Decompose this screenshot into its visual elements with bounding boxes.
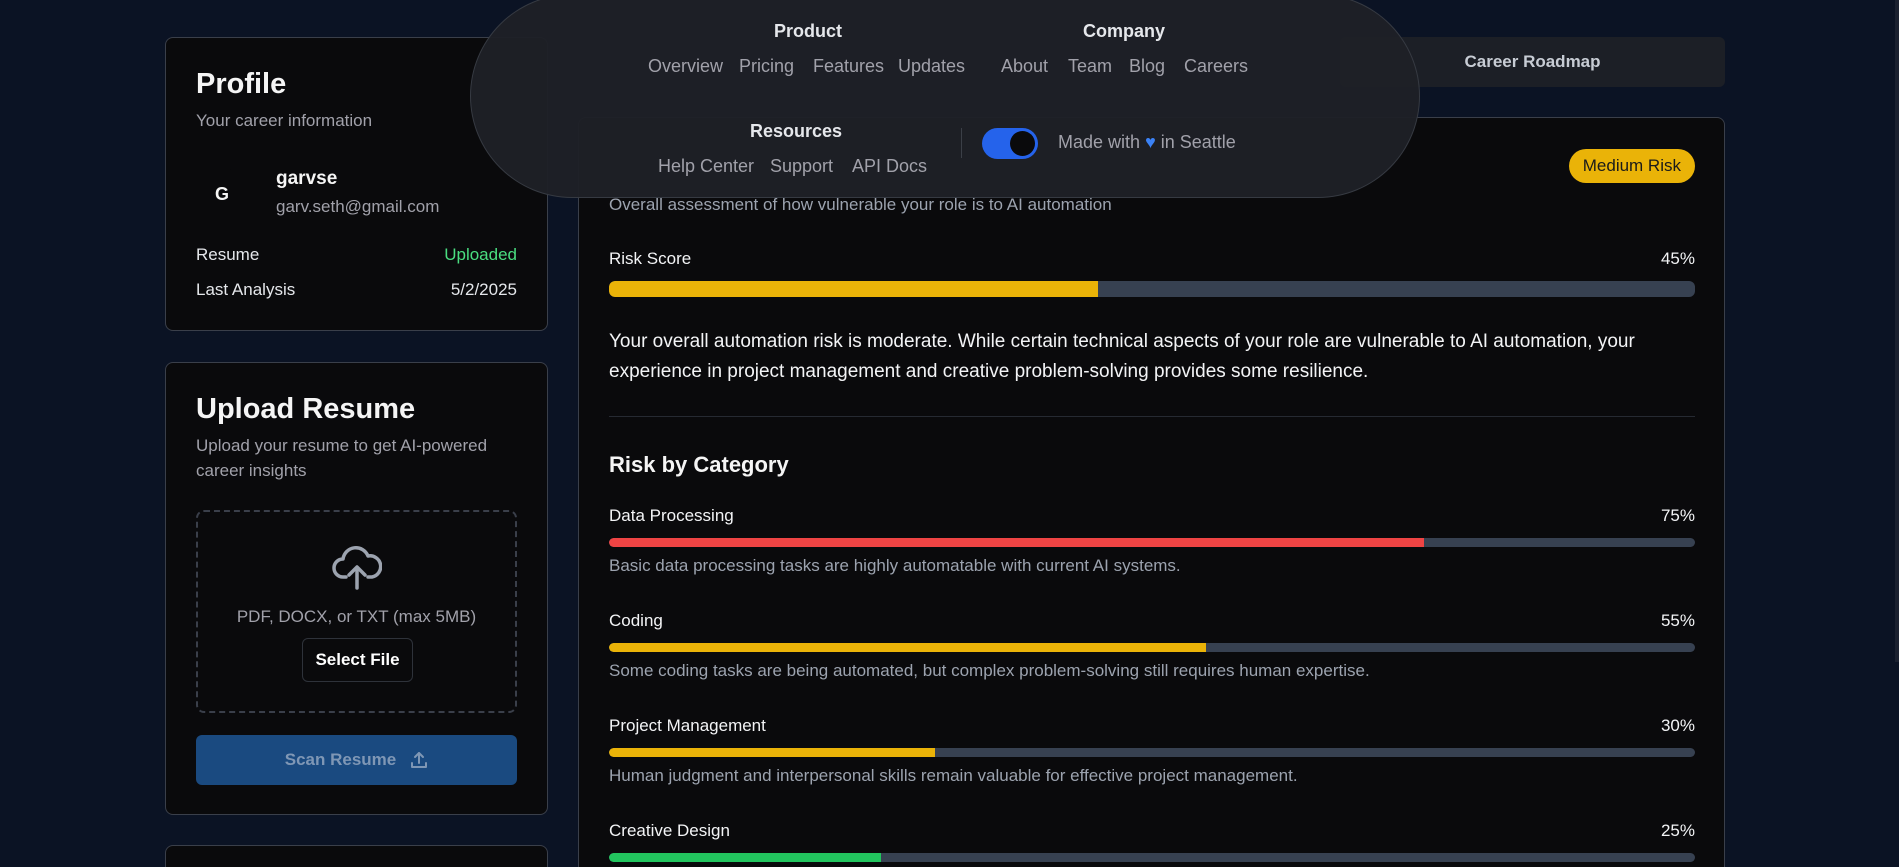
nav-link-pricing[interactable]: Pricing: [739, 56, 794, 77]
nav-link-api-docs[interactable]: API Docs: [852, 156, 927, 177]
category-bar-fill: [609, 538, 1424, 547]
nav-link-support[interactable]: Support: [770, 156, 833, 177]
upload-resume-card: Upload Resume Upload your resume to get …: [165, 362, 548, 815]
category-bar-fill: [609, 853, 881, 862]
toggle-knob: [1010, 131, 1035, 156]
profile-username: garvse: [276, 168, 338, 189]
category-bar: [609, 748, 1695, 757]
risk-assessment-description: Overall assessment of how vulnerable you…: [609, 195, 1112, 214]
resume-dropzone[interactable]: PDF, DOCX, or TXT (max 5MB) Select File: [196, 510, 517, 713]
nav-link-overview[interactable]: Overview: [648, 56, 723, 77]
category-name: Project Management: [609, 716, 766, 735]
nav-link-team[interactable]: Team: [1068, 56, 1112, 77]
category-bar: [609, 538, 1695, 547]
risk-assessment-card: Medium Risk Overall assessment of how vu…: [578, 117, 1725, 867]
made-with-suffix: in Seattle: [1160, 132, 1236, 152]
category-description: Human judgment and interpersonal skills …: [609, 766, 1298, 785]
upload-title: Upload Resume: [196, 393, 416, 425]
scan-resume-label: Scan Resume: [284, 750, 397, 769]
cloud-upload-icon: [332, 546, 382, 590]
category-description: Some coding tasks are being automated, b…: [609, 661, 1370, 680]
nav-link-updates[interactable]: Updates: [898, 56, 965, 77]
resume-row: Resume Uploaded: [196, 245, 517, 265]
category-description: Basic data processing tasks are highly a…: [609, 556, 1181, 575]
category-percent: 75%: [1660, 506, 1695, 525]
category-bar: [609, 643, 1695, 652]
category-percent: 30%: [1660, 716, 1695, 735]
risk-score-percent: 45%: [1660, 249, 1695, 268]
scan-resume-button[interactable]: Scan Resume: [196, 735, 517, 785]
heart-icon: ♥: [1145, 132, 1156, 152]
category-name: Creative Design: [609, 821, 730, 840]
sidebar-card-partial: [165, 845, 548, 867]
category-row: Coding 55%: [609, 611, 1695, 631]
category-bar: [609, 853, 1695, 862]
risk-by-category-title: Risk by Category: [609, 452, 789, 477]
nav-link-features[interactable]: Features: [813, 56, 884, 77]
category-bar-fill: [609, 643, 1207, 652]
nav-link-blog[interactable]: Blog: [1129, 56, 1165, 77]
category-row: Data Processing 75%: [609, 506, 1695, 526]
made-with-text: Made with ♥ in Seattle: [1058, 132, 1236, 153]
upload-subtitle: Upload your resume to get AI-powered car…: [196, 436, 488, 480]
category-percent: 55%: [1660, 611, 1695, 630]
accepted-formats: PDF, DOCX, or TXT (max 5MB): [236, 607, 477, 626]
profile-title: Profile: [196, 68, 287, 100]
nav-heading-product: Product: [774, 21, 843, 41]
nav-heading-company: Company: [1083, 21, 1166, 41]
avatar: G: [196, 168, 248, 220]
upload-icon: [411, 752, 428, 768]
theme-toggle[interactable]: [982, 128, 1038, 159]
profile-subtitle: Your career information: [196, 111, 373, 130]
last-analysis-date: 5/2/2025: [450, 280, 517, 299]
risk-summary: Your overall automation risk is moderate…: [609, 331, 1635, 382]
nav-menu-overlay: Product Overview Pricing Features Update…: [470, 0, 1420, 198]
category-name: Coding: [609, 611, 663, 630]
risk-level-badge: Medium Risk: [1568, 149, 1695, 183]
risk-score-bar: [609, 281, 1695, 297]
made-with-prefix: Made with: [1058, 132, 1141, 152]
nav-link-help-center[interactable]: Help Center: [658, 156, 754, 177]
risk-score-label: Risk Score: [609, 249, 692, 268]
risk-score-row: Risk Score 45%: [609, 249, 1695, 269]
scrollbar[interactable]: [1895, 0, 1899, 662]
category-row: Project Management 30%: [609, 716, 1695, 736]
nav-link-about[interactable]: About: [1001, 56, 1048, 77]
nav-link-careers[interactable]: Careers: [1184, 56, 1248, 77]
resume-label: Resume: [196, 245, 260, 264]
nav-heading-resources: Resources: [750, 121, 843, 141]
profile-email: garv.seth@gmail.com: [276, 197, 440, 216]
category-row: Creative Design 25%: [609, 821, 1695, 841]
resume-status: Uploaded: [444, 245, 517, 264]
category-percent: 25%: [1660, 821, 1695, 840]
select-file-button[interactable]: Select File: [302, 638, 413, 682]
category-bar-fill: [609, 748, 935, 757]
risk-score-bar-fill: [609, 281, 1098, 297]
divider: [609, 416, 1695, 417]
last-analysis-row: Last Analysis 5/2/2025: [196, 280, 517, 300]
last-analysis-label: Last Analysis: [196, 280, 296, 299]
nav-separator: [961, 128, 962, 158]
category-name: Data Processing: [609, 506, 734, 525]
